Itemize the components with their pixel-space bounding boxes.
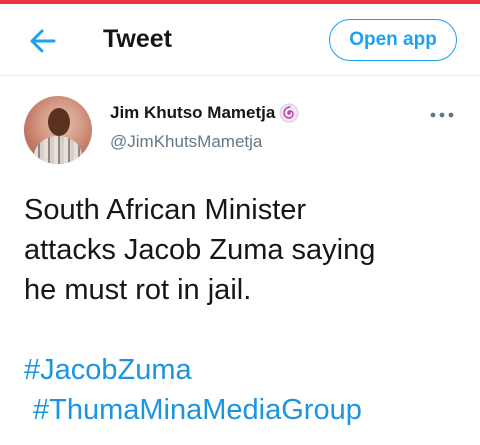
header-bar: Tweet Open app <box>0 4 480 76</box>
open-app-button[interactable]: Open app <box>329 19 457 61</box>
spiral-badge-icon <box>279 103 299 123</box>
author-display-name[interactable]: Jim Khutso Mametja <box>110 103 275 123</box>
avatar[interactable] <box>24 96 92 164</box>
tweet-text-line: he must rot in jail. <box>24 274 252 306</box>
arrow-left-icon <box>30 29 56 53</box>
tweet-text: South African Minister attacks Jacob Zum… <box>24 190 464 430</box>
back-button[interactable] <box>24 26 60 56</box>
tweet-text-line: South African Minister <box>24 194 307 226</box>
hashtag-link[interactable]: #JacobZuma <box>24 350 192 390</box>
tweet-text-line: attacks Jacob Zuma saying <box>24 234 376 266</box>
hashtag-link[interactable]: #ThumaMinaMediaGroup <box>33 390 362 430</box>
more-options-button[interactable] <box>428 108 456 122</box>
author-handle[interactable]: @JimKhutsMametja <box>110 130 262 154</box>
more-dots-icon <box>430 112 454 118</box>
author-name-row[interactable]: Jim Khutso Mametja <box>110 100 299 126</box>
page-title: Tweet <box>103 25 172 53</box>
